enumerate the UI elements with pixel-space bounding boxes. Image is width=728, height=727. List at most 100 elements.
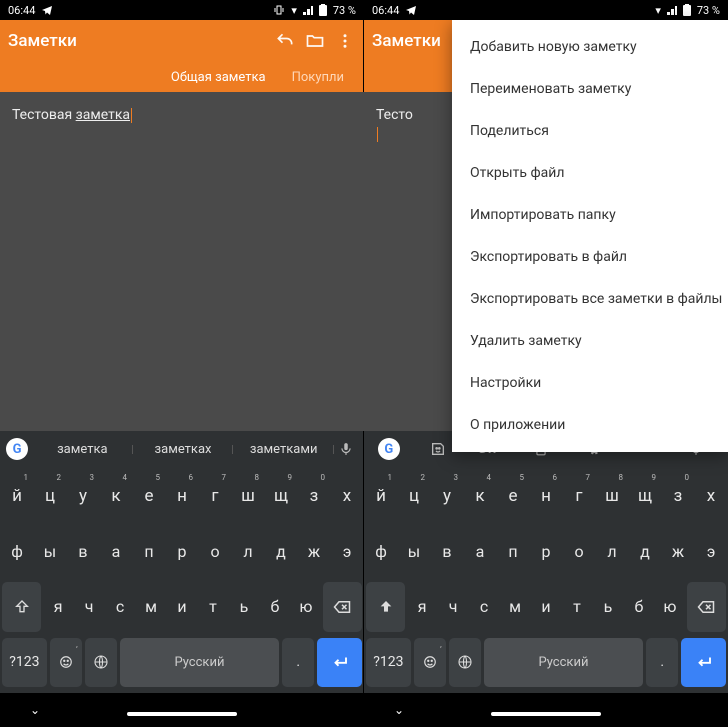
key-letter[interactable]: ш8 <box>233 471 263 521</box>
menu-rename-note[interactable]: Переименовать заметку <box>452 68 728 110</box>
key-letter[interactable]: ц2 <box>399 471 429 521</box>
menu-settings[interactable]: Настройки <box>452 362 728 404</box>
key-letter[interactable]: у3 <box>68 471 98 521</box>
key-period[interactable]: . <box>282 638 314 688</box>
key-letter[interactable]: м <box>137 582 165 632</box>
tab-active[interactable]: Общая заметка <box>171 70 266 85</box>
key-backspace[interactable] <box>687 582 726 632</box>
key-letter[interactable]: й1 <box>366 471 396 521</box>
key-shift[interactable] <box>2 582 41 632</box>
key-letter[interactable]: ь <box>230 582 258 632</box>
key-letter[interactable]: щ9 <box>630 471 660 521</box>
key-symnum[interactable]: ?123 <box>2 638 47 688</box>
key-letter[interactable]: л <box>597 527 627 577</box>
key-letter[interactable]: я <box>408 582 436 632</box>
key-shift[interactable] <box>366 582 405 632</box>
key-letter[interactable]: н6 <box>167 471 197 521</box>
key-letter[interactable]: н6 <box>531 471 561 521</box>
key-letter[interactable]: б <box>261 582 289 632</box>
key-letter[interactable]: у3 <box>432 471 462 521</box>
key-period[interactable]: . <box>646 638 678 688</box>
key-letter[interactable]: с <box>106 582 134 632</box>
menu-delete-note[interactable]: Удалить заметку <box>452 320 728 362</box>
key-letter[interactable]: о <box>200 527 230 577</box>
menu-export-file[interactable]: Экспортировать в файл <box>452 236 728 278</box>
key-symnum[interactable]: ?123 <box>366 638 411 688</box>
key-space[interactable]: Русский <box>484 638 644 688</box>
menu-add-note[interactable]: Добавить новую заметку <box>452 26 728 68</box>
mic-icon[interactable] <box>334 437 358 461</box>
suggestion-2[interactable]: заметках <box>133 442 234 457</box>
key-letter[interactable]: ы <box>35 527 65 577</box>
key-letter[interactable]: щ9 <box>266 471 296 521</box>
key-letter[interactable]: ц2 <box>35 471 65 521</box>
key-letter[interactable]: м <box>501 582 529 632</box>
key-letter[interactable]: д <box>266 527 296 577</box>
key-letter[interactable]: л <box>233 527 263 577</box>
key-letter[interactable]: р <box>531 527 561 577</box>
key-letter[interactable]: б <box>625 582 653 632</box>
key-letter[interactable]: х <box>332 471 362 521</box>
overflow-icon[interactable] <box>334 30 356 52</box>
key-letter[interactable]: х <box>696 471 726 521</box>
editor[interactable]: Тесто Добавить новую заметку Переименова… <box>364 92 728 431</box>
key-letter[interactable]: п <box>134 527 164 577</box>
key-letter[interactable]: я <box>44 582 72 632</box>
key-letter[interactable]: т <box>563 582 591 632</box>
menu-export-all[interactable]: Экспортировать все заметки в файлы <box>452 278 728 320</box>
key-globe[interactable] <box>449 638 481 688</box>
nav-down-icon[interactable]: ⌄ <box>30 703 40 717</box>
editor[interactable]: Тестовая заметка <box>0 92 364 431</box>
folder-icon[interactable] <box>304 30 326 52</box>
nav-down-icon[interactable]: ⌄ <box>394 703 404 717</box>
menu-open-file[interactable]: Открыть файл <box>452 152 728 194</box>
key-letter[interactable]: ь <box>594 582 622 632</box>
key-letter[interactable]: ы <box>399 527 429 577</box>
key-letter[interactable]: ч <box>439 582 467 632</box>
key-letter[interactable]: е5 <box>498 471 528 521</box>
key-letter[interactable]: к4 <box>465 471 495 521</box>
key-letter[interactable]: ж <box>299 527 329 577</box>
key-letter[interactable]: а <box>101 527 131 577</box>
key-letter[interactable]: в <box>68 527 98 577</box>
key-letter[interactable]: э <box>332 527 362 577</box>
key-letter[interactable]: д <box>630 527 660 577</box>
tab-inactive[interactable]: Покупли <box>292 70 344 85</box>
key-letter[interactable]: о <box>564 527 594 577</box>
key-letter[interactable]: г7 <box>564 471 594 521</box>
google-icon[interactable]: G <box>378 438 400 460</box>
key-letter[interactable]: п <box>498 527 528 577</box>
key-letter[interactable]: е5 <box>134 471 164 521</box>
key-letter[interactable]: в <box>432 527 462 577</box>
key-letter[interactable]: ч <box>75 582 103 632</box>
key-letter[interactable]: ш8 <box>597 471 627 521</box>
key-letter[interactable]: и <box>532 582 560 632</box>
key-letter[interactable]: й1 <box>2 471 32 521</box>
key-enter[interactable] <box>317 638 362 688</box>
key-letter[interactable]: р <box>167 527 197 577</box>
suggestion-3[interactable]: заметками <box>233 442 334 457</box>
key-letter[interactable]: ф <box>2 527 32 577</box>
key-letter[interactable]: з0 <box>299 471 329 521</box>
key-letter[interactable]: т <box>199 582 227 632</box>
key-letter[interactable]: и <box>168 582 196 632</box>
menu-import-folder[interactable]: Импортировать папку <box>452 194 728 236</box>
key-letter[interactable]: ж <box>663 527 693 577</box>
key-letter[interactable]: ю <box>656 582 684 632</box>
undo-icon[interactable] <box>274 30 296 52</box>
key-letter[interactable]: з0 <box>663 471 693 521</box>
key-letter[interactable]: а <box>465 527 495 577</box>
key-globe[interactable] <box>85 638 117 688</box>
key-letter[interactable]: к4 <box>101 471 131 521</box>
suggestion-1[interactable]: заметка <box>32 442 133 457</box>
key-space[interactable]: Русский <box>120 638 280 688</box>
menu-about[interactable]: О приложении <box>452 404 728 446</box>
nav-home-pill[interactable] <box>491 712 601 716</box>
google-icon[interactable]: G <box>6 438 28 460</box>
nav-home-pill[interactable] <box>127 712 237 716</box>
key-letter[interactable]: ф <box>366 527 396 577</box>
key-letter[interactable]: ю <box>292 582 320 632</box>
sticker-icon[interactable] <box>420 437 456 461</box>
key-letter[interactable]: с <box>470 582 498 632</box>
key-letter[interactable]: г7 <box>200 471 230 521</box>
